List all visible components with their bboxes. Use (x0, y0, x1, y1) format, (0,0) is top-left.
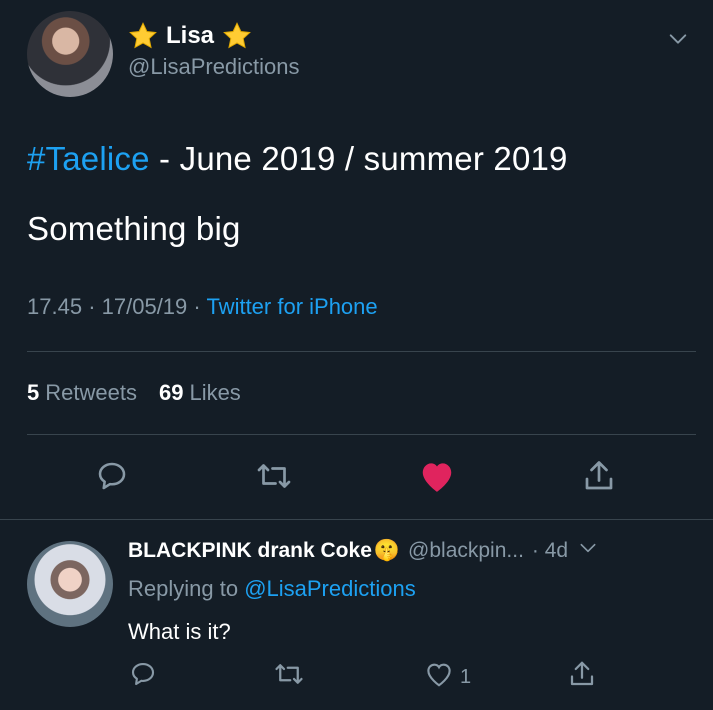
author-avatar[interactable] (27, 11, 113, 97)
chevron-down-icon[interactable] (667, 28, 689, 50)
star-icon (128, 22, 158, 50)
retweet-button[interactable] (254, 458, 294, 498)
reply-retweet-button[interactable] (272, 660, 306, 694)
reply-author-handle[interactable]: @blackpin... (408, 539, 524, 563)
replying-to-mention[interactable]: @LisaPredictions (244, 576, 416, 601)
tweet-time: 17.45 (27, 294, 83, 319)
like-count[interactable]: 69 (159, 380, 183, 406)
retweet-icon (254, 458, 294, 499)
reply-button[interactable] (92, 458, 132, 498)
share-button[interactable] (579, 458, 619, 498)
divider (27, 351, 696, 352)
reply-header: BLACKPINK drank Coke 🤫 @blackpin... · 4d (128, 538, 598, 564)
heart-icon (418, 458, 456, 499)
tweet-meta: 17.45 · 17/05/19 · Twitter for iPhone (27, 294, 378, 320)
tweet-text-line-2: Something big (27, 210, 241, 247)
meta-separator: · (88, 294, 96, 319)
reply-like-count: 1 (460, 665, 472, 688)
meta-separator: · (193, 294, 201, 319)
retweet-label[interactable]: Retweets (45, 380, 137, 406)
author-name: Lisa (166, 22, 215, 49)
reply-share-button[interactable] (567, 660, 597, 694)
tweet-text-line-1: #Taelice - June 2019 / summer 2019 (27, 140, 568, 178)
reply-icon (94, 458, 130, 499)
tweet-text-rest: - June 2019 / summer 2019 (149, 140, 568, 177)
reply-actions: 1 (0, 660, 713, 696)
retweet-icon (272, 659, 306, 695)
reply-icon (128, 659, 158, 695)
reply-text: What is it? (128, 619, 231, 644)
reply-author-name[interactable]: BLACKPINK drank Coke (128, 539, 372, 563)
retweet-count[interactable]: 5 (27, 380, 39, 406)
reply-reply-button[interactable] (128, 660, 158, 694)
replying-prefix: Replying to (128, 576, 245, 601)
replying-to: Replying to @LisaPredictions (128, 576, 416, 602)
tweet-actions (0, 458, 713, 498)
author-handle[interactable]: @LisaPredictions (128, 54, 300, 80)
heart-icon (424, 660, 454, 694)
like-label[interactable]: Likes (189, 380, 240, 406)
star-icon (222, 22, 252, 50)
tweet-stats: 5 Retweets 69 Likes (27, 380, 241, 406)
like-button[interactable] (417, 458, 457, 498)
tweet-source[interactable]: Twitter for iPhone (206, 294, 377, 319)
divider (27, 434, 696, 435)
reply-age: · 4d (531, 539, 569, 562)
share-icon (581, 457, 617, 500)
tweet-date[interactable]: 17/05/19 (102, 294, 188, 319)
author-name-line[interactable]: Lisa (128, 20, 252, 52)
divider (0, 519, 713, 520)
share-icon (567, 658, 597, 696)
chevron-down-icon[interactable] (578, 538, 598, 564)
hashtag-link[interactable]: #Taelice (27, 140, 150, 177)
reply-author-avatar[interactable] (27, 541, 113, 627)
reply-like-button[interactable]: 1 (424, 660, 471, 694)
shush-emoji-icon: 🤫 (373, 539, 401, 562)
